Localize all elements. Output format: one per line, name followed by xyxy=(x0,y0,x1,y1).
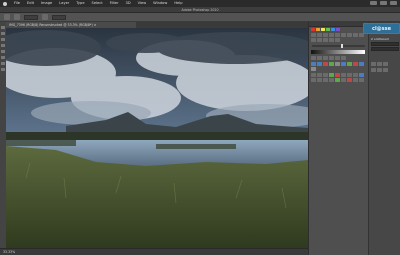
mode-icon[interactable] xyxy=(14,14,20,20)
side-buttons[interactable] xyxy=(369,67,400,73)
panel-field[interactable] xyxy=(371,42,399,46)
menu-type[interactable]: Type xyxy=(76,0,84,7)
status-bar: 33.33% xyxy=(0,248,308,255)
menu-select[interactable]: Select xyxy=(92,0,103,7)
button-grid[interactable] xyxy=(309,72,368,83)
watermark-badge: cl@sse xyxy=(363,23,400,34)
panel-column-side: 2 orcDocum xyxy=(369,22,400,255)
apple-icon[interactable] xyxy=(3,1,7,6)
menu-window[interactable]: Window xyxy=(153,0,167,7)
menu-filter[interactable]: Filter xyxy=(110,0,119,7)
button-grid[interactable] xyxy=(309,32,368,43)
tool-preset-icon[interactable] xyxy=(4,14,10,20)
menu-bar: File Edit Image Layer Type Select Filter… xyxy=(0,0,400,7)
menu-image[interactable]: Image xyxy=(41,0,52,7)
status-icon xyxy=(380,1,387,5)
right-panels: 2 orcDocum cl@sse xyxy=(308,22,400,255)
menu-3d[interactable]: 3D xyxy=(126,0,131,7)
status-icons xyxy=(370,1,397,5)
zoom-level[interactable]: 33.33% xyxy=(0,249,308,255)
status-icon xyxy=(390,1,397,5)
menu-edit[interactable]: Edit xyxy=(27,0,34,7)
status-icon xyxy=(370,1,377,5)
options-field[interactable] xyxy=(24,14,38,20)
color-buttons[interactable] xyxy=(309,61,368,72)
image-canvas[interactable] xyxy=(6,28,308,248)
field-label: 2 orcDocum xyxy=(371,37,390,41)
options-field[interactable] xyxy=(52,14,66,20)
menu-help[interactable]: Help xyxy=(174,0,182,7)
panel-column-main xyxy=(309,22,369,255)
option-icon[interactable] xyxy=(42,14,48,20)
options-bar xyxy=(0,13,400,22)
landscape-photo xyxy=(6,28,308,248)
menu-file[interactable]: File xyxy=(14,0,20,7)
menu-layer[interactable]: Layer xyxy=(59,0,69,7)
slider[interactable] xyxy=(312,44,365,48)
menu-view[interactable]: View xyxy=(138,0,147,7)
panel-field[interactable] xyxy=(371,47,399,51)
